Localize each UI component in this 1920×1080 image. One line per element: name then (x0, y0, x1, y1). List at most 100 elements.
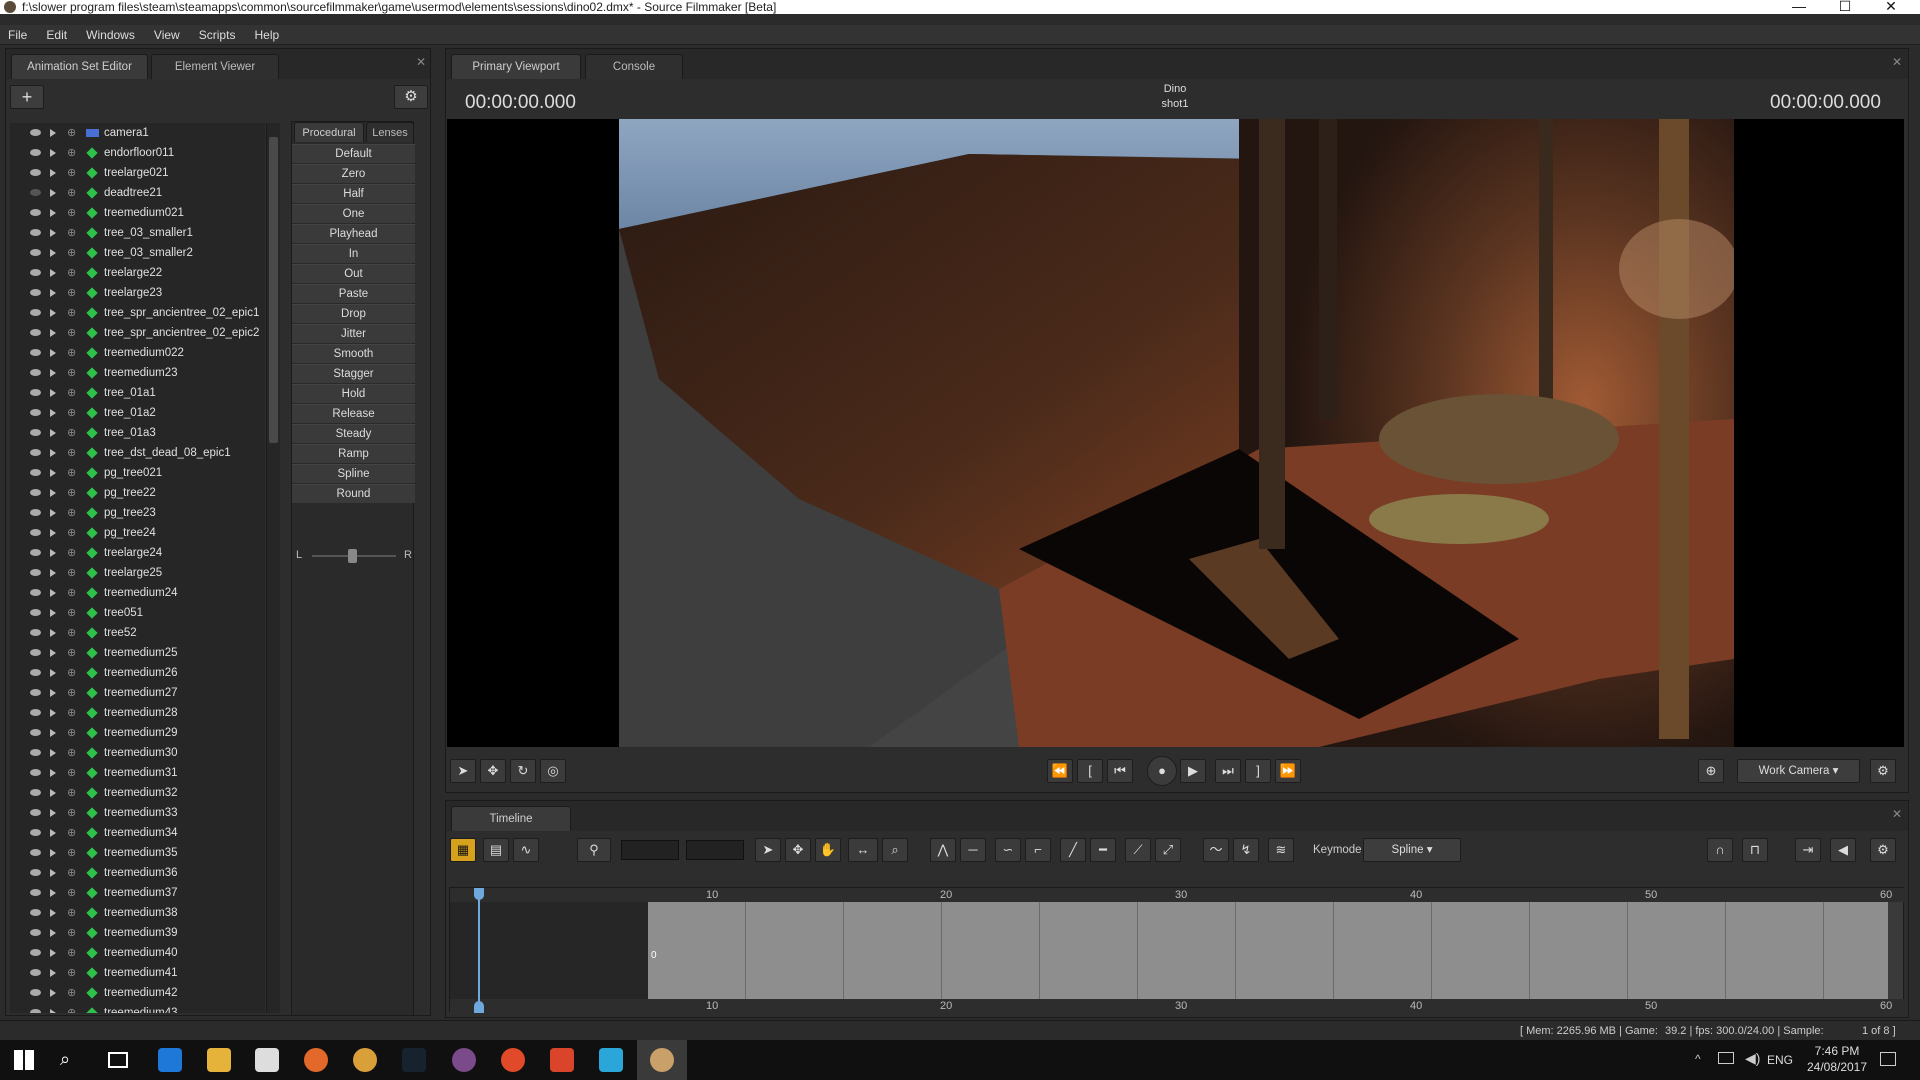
network-icon[interactable] (1718, 1052, 1734, 1064)
expand-arrow-icon[interactable] (50, 369, 56, 377)
record-button[interactable]: ● (1147, 756, 1177, 786)
add-control-icon[interactable]: ⊕ (67, 843, 76, 863)
eye-icon[interactable] (30, 529, 41, 536)
procedural-preset-button[interactable]: Paste (292, 284, 415, 303)
playhead-handle-bottom[interactable] (474, 1001, 484, 1013)
eye-icon[interactable] (30, 709, 41, 716)
add-control-icon[interactable]: ⊕ (67, 503, 76, 523)
eye-icon[interactable] (30, 769, 41, 776)
list-item[interactable]: ⊕ treemedium36 (10, 863, 265, 883)
add-control-icon[interactable]: ⊕ (67, 223, 76, 243)
add-control-icon[interactable]: ⊕ (67, 463, 76, 483)
add-control-icon[interactable]: ⊕ (67, 743, 76, 763)
add-control-icon[interactable]: ⊕ (67, 303, 76, 323)
procedural-preset-button[interactable]: Round (292, 484, 415, 503)
add-control-icon[interactable]: ⊕ (67, 783, 76, 803)
skip-start-icon[interactable]: ⏮ (1107, 759, 1133, 783)
expand-arrow-icon[interactable] (50, 849, 56, 857)
eye-icon[interactable] (30, 489, 41, 496)
clip-shot-block[interactable] (648, 902, 1888, 999)
expand-arrow-icon[interactable] (50, 649, 56, 657)
frame-start-field[interactable] (621, 840, 679, 860)
add-control-icon[interactable]: ⊕ (67, 243, 76, 263)
eye-icon[interactable] (30, 1009, 41, 1013)
snap-magnet-icon[interactable]: ∩ (1707, 838, 1733, 862)
close-button[interactable]: ✕ (1868, 0, 1914, 14)
minimize-button[interactable]: — (1776, 0, 1822, 14)
add-control-icon[interactable]: ⊕ (67, 603, 76, 623)
rotate-tool-icon[interactable]: ↻ (510, 759, 536, 783)
timeline-track-area[interactable]: 0 10 20 30 40 50 60 10 20 30 40 50 60 (449, 887, 1905, 1013)
procedural-preset-button[interactable]: Default (292, 144, 415, 163)
notifications-icon[interactable] (1880, 1052, 1896, 1066)
add-control-icon[interactable]: ⊕ (67, 763, 76, 783)
eye-icon[interactable] (30, 249, 41, 256)
add-control-icon[interactable]: ⊕ (67, 423, 76, 443)
eye-icon[interactable] (30, 189, 41, 196)
list-item[interactable]: ⊕ treemedium39 (10, 923, 265, 943)
antivirus-icon[interactable] (501, 1048, 525, 1072)
task-view-icon[interactable] (108, 1052, 128, 1068)
add-control-icon[interactable]: ⊕ (67, 123, 76, 143)
add-control-icon[interactable]: ⊕ (67, 963, 76, 983)
expand-arrow-icon[interactable] (50, 909, 56, 917)
add-control-icon[interactable]: ⊕ (67, 403, 76, 423)
close-panel-icon[interactable]: ✕ (1892, 55, 1902, 69)
media-app-icon[interactable] (452, 1048, 476, 1072)
list-item[interactable]: ⊕ pg_tree021 (10, 463, 265, 483)
eye-icon[interactable] (30, 929, 41, 936)
expand-arrow-icon[interactable] (50, 729, 56, 737)
procedural-preset-button[interactable]: Zero (292, 164, 415, 183)
expand-arrow-icon[interactable] (50, 269, 56, 277)
eye-icon[interactable] (30, 469, 41, 476)
record-mode-icon[interactable]: ◎ (540, 759, 566, 783)
list-item[interactable]: ⊕ treemedium021 (10, 203, 265, 223)
tab-procedural[interactable]: Procedural (294, 122, 364, 142)
add-control-icon[interactable]: ⊕ (67, 343, 76, 363)
eye-icon[interactable] (30, 629, 41, 636)
expand-arrow-icon[interactable] (50, 149, 56, 157)
eye-icon[interactable] (30, 289, 41, 296)
add-control-icon[interactable]: ⊕ (67, 683, 76, 703)
list-item[interactable]: ⊕ tree_dst_dead_08_epic1 (10, 443, 265, 463)
list-item[interactable]: ⊕ treelarge24 (10, 543, 265, 563)
expand-arrow-icon[interactable] (50, 989, 56, 997)
list-item[interactable]: ⊕ treelarge021 (10, 163, 265, 183)
eye-icon[interactable] (30, 349, 41, 356)
eye-icon[interactable] (30, 429, 41, 436)
eye-icon[interactable] (30, 389, 41, 396)
eye-icon[interactable] (30, 269, 41, 276)
list-item[interactable]: ⊕ tree_01a3 (10, 423, 265, 443)
expand-arrow-icon[interactable] (50, 349, 56, 357)
list-item[interactable]: ⊕ treemedium42 (10, 983, 265, 1003)
zoom-tool-icon[interactable]: ⌕ (882, 838, 908, 862)
add-animation-set-button[interactable]: + (10, 85, 44, 109)
procedural-preset-button[interactable]: Out (292, 264, 415, 283)
add-control-icon[interactable]: ⊕ (67, 263, 76, 283)
add-control-icon[interactable]: ⊕ (67, 1003, 76, 1013)
move-tool-icon[interactable]: ✥ (480, 759, 506, 783)
expand-arrow-icon[interactable] (50, 409, 56, 417)
procedural-preset-button[interactable]: Spline (292, 464, 415, 483)
eye-icon[interactable] (30, 549, 41, 556)
add-control-icon[interactable]: ⊕ (67, 823, 76, 843)
list-item[interactable]: ⊕ endorfloor011 (10, 143, 265, 163)
add-control-icon[interactable]: ⊕ (67, 203, 76, 223)
tab-primary-viewport[interactable]: Primary Viewport (451, 54, 581, 79)
procedural-preset-button[interactable]: Stagger (292, 364, 415, 383)
list-item[interactable]: ⊕ treemedium25 (10, 643, 265, 663)
expand-arrow-icon[interactable] (50, 789, 56, 797)
pointer-tool-icon[interactable]: ➤ (755, 838, 781, 862)
gear-icon[interactable]: ⚙ (394, 85, 428, 109)
eye-icon[interactable] (30, 169, 41, 176)
eye-icon[interactable] (30, 369, 41, 376)
procedural-preset-button[interactable]: Drop (292, 304, 415, 323)
procedural-preset-button[interactable]: One (292, 204, 415, 223)
add-control-icon[interactable]: ⊕ (67, 943, 76, 963)
eye-icon[interactable] (30, 949, 41, 956)
motion-editor-icon[interactable]: ▤ (483, 838, 509, 862)
procedural-preset-button[interactable]: Hold (292, 384, 415, 403)
expand-arrow-icon[interactable] (50, 249, 56, 257)
eye-icon[interactable] (30, 909, 41, 916)
clip-editor-icon[interactable]: ▦ (450, 838, 476, 862)
